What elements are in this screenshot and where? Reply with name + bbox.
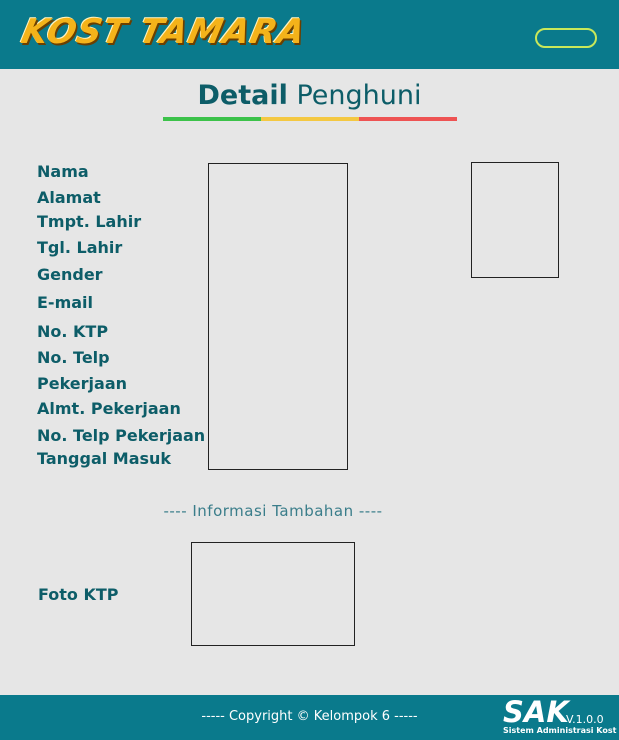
app-footer: ----- Copyright © Kelompok 6 ----- SAK V… <box>0 695 619 740</box>
underline-green <box>163 117 261 121</box>
profile-photo-box <box>471 162 559 278</box>
version-text: V.1.0.0 <box>566 713 604 726</box>
label-pekerjaan: Pekerjaan <box>37 374 127 393</box>
label-no-telp: No. Telp <box>37 348 110 367</box>
title-underline <box>163 117 457 121</box>
sak-brand: SAK <box>503 695 569 729</box>
page-title-rest: Penghuni <box>287 80 422 111</box>
label-tempat-lahir: Tmpt. Lahir <box>37 212 142 231</box>
page-title-bold: Detail <box>197 80 288 111</box>
label-nama: Nama <box>37 162 89 181</box>
label-no-ktp: No. KTP <box>37 322 109 341</box>
informasi-tambahan-heading: ---- Informasi Tambahan ---- <box>163 502 383 520</box>
label-no-telp-pekerjaan: No. Telp Pekerjaan <box>37 426 206 445</box>
label-tanggal-masuk: Tanggal Masuk <box>37 449 172 468</box>
underline-red <box>359 117 457 121</box>
label-foto-ktp: Foto KTP <box>38 585 119 604</box>
app-header: KOST TAMARA <box>0 0 619 69</box>
underline-yellow <box>261 117 359 121</box>
sak-subtitle: Sistem Administrasi Kost <box>503 726 617 735</box>
foto-ktp-box <box>191 542 355 646</box>
label-alamat-pekerjaan: Almt. Pekerjaan <box>37 399 181 418</box>
label-gender: Gender <box>37 265 103 284</box>
label-tanggal-lahir: Tgl. Lahir <box>37 238 123 257</box>
kost-tamara-logo[interactable]: KOST TAMARA <box>18 12 310 52</box>
page-title: Detail Penghuni <box>0 80 619 111</box>
header-menu-button[interactable] <box>535 28 597 48</box>
label-alamat: Alamat <box>37 188 101 207</box>
label-email: E-mail <box>37 293 94 312</box>
detail-values-box <box>208 163 348 470</box>
